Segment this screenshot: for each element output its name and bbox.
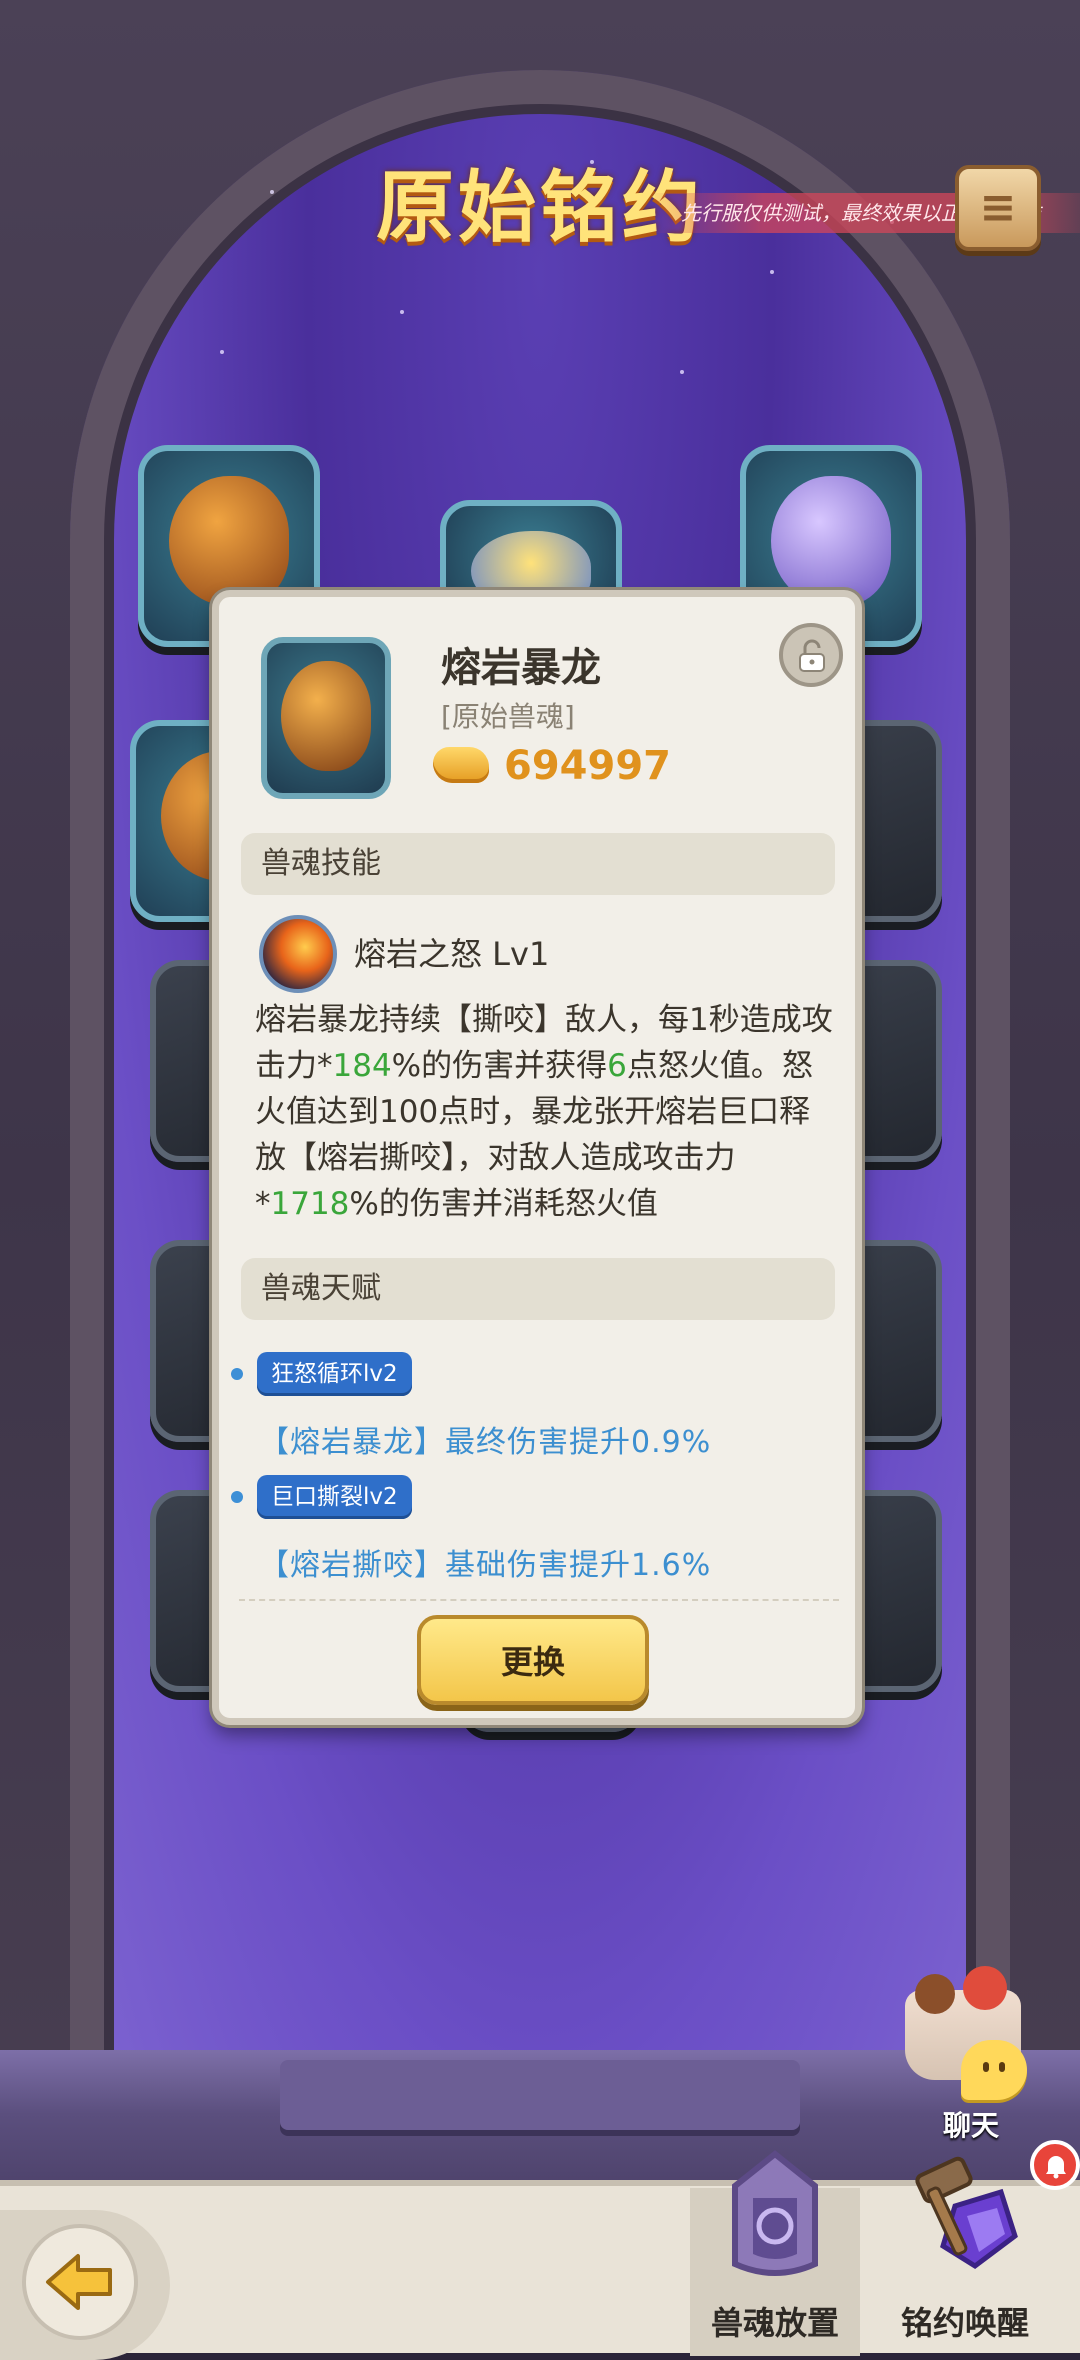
skill-name: 熔岩之怒 Lv1 <box>354 935 550 973</box>
skill-desc-text: %的伤害并消耗怒火值 <box>349 1186 658 1222</box>
talent-description: 【熔岩撕咬】基础伤害提升1.6% <box>259 1548 712 1583</box>
tab-pact-awaken[interactable]: 铭约唤醒 <box>880 2146 1050 2356</box>
gold-value: 694997 <box>504 743 671 789</box>
scroll-icon: ≡ <box>979 182 1017 233</box>
talent-section-header: 兽魂天赋 <box>241 1258 835 1320</box>
lock-toggle-button[interactable] <box>779 623 843 687</box>
skill-desc-highlight: 6 <box>607 1048 627 1084</box>
skill-desc-highlight: 184 <box>332 1048 392 1084</box>
talent-tag: 巨口撕裂lv2 <box>257 1475 412 1519</box>
bell-icon <box>1046 2156 1066 2179</box>
shrine-icon <box>732 2150 818 2276</box>
back-button[interactable] <box>0 2210 170 2360</box>
arrow-left-icon <box>46 2254 112 2310</box>
hammer-crystal-icon <box>915 2156 1018 2270</box>
card-divider <box>239 1599 839 1601</box>
skill-section-header: 兽魂技能 <box>241 833 835 895</box>
tab-pact-awaken-label: 铭约唤醒 <box>900 2304 1029 2342</box>
monster-name: 熔岩暴龙 <box>441 645 601 691</box>
floor-step <box>280 2060 800 2130</box>
talent-bullet-icon <box>231 1368 243 1380</box>
chat-button[interactable]: 聊天 <box>905 1966 1035 2150</box>
gold-ingot-icon <box>433 747 489 783</box>
swap-button[interactable]: 更换 <box>417 1615 649 1705</box>
soul-info-card: 熔岩暴龙 [原始兽魂] 694997 兽魂技能 熔岩之怒 Lv1 熔岩暴龙持续【… <box>212 590 862 1725</box>
bottom-nav-bar: 兽魂放置 铭约唤醒 <box>0 2140 1080 2360</box>
talent-tag: 狂怒循环lv2 <box>257 1352 412 1396</box>
unlock-icon <box>799 639 825 672</box>
monster-type: [原始兽魂] <box>441 700 575 733</box>
fire-claw-icon <box>259 915 337 993</box>
talent-description: 【熔岩暴龙】最终伤害提升0.9% <box>259 1425 712 1460</box>
monster-portrait <box>261 637 391 799</box>
skill-desc-highlight: 1718 <box>270 1186 350 1222</box>
tab-soul-placement-label: 兽魂放置 <box>710 2304 839 2342</box>
tab-soul-placement[interactable]: 兽魂放置 <box>690 2146 860 2356</box>
chat-bubble-icon <box>961 2040 1027 2100</box>
skill-desc-text: %的伤害并获得 <box>391 1048 608 1084</box>
talent-bullet-icon <box>231 1491 243 1503</box>
notification-badge <box>1030 2140 1080 2190</box>
scroll-button[interactable]: ≡ <box>955 165 1041 251</box>
skill-description: 熔岩暴龙持续【撕咬】敌人，每1秒造成攻击力*184%的伤害并获得6点怒火值。怒火… <box>255 997 835 1227</box>
chat-label: 聊天 <box>943 2109 1000 2142</box>
